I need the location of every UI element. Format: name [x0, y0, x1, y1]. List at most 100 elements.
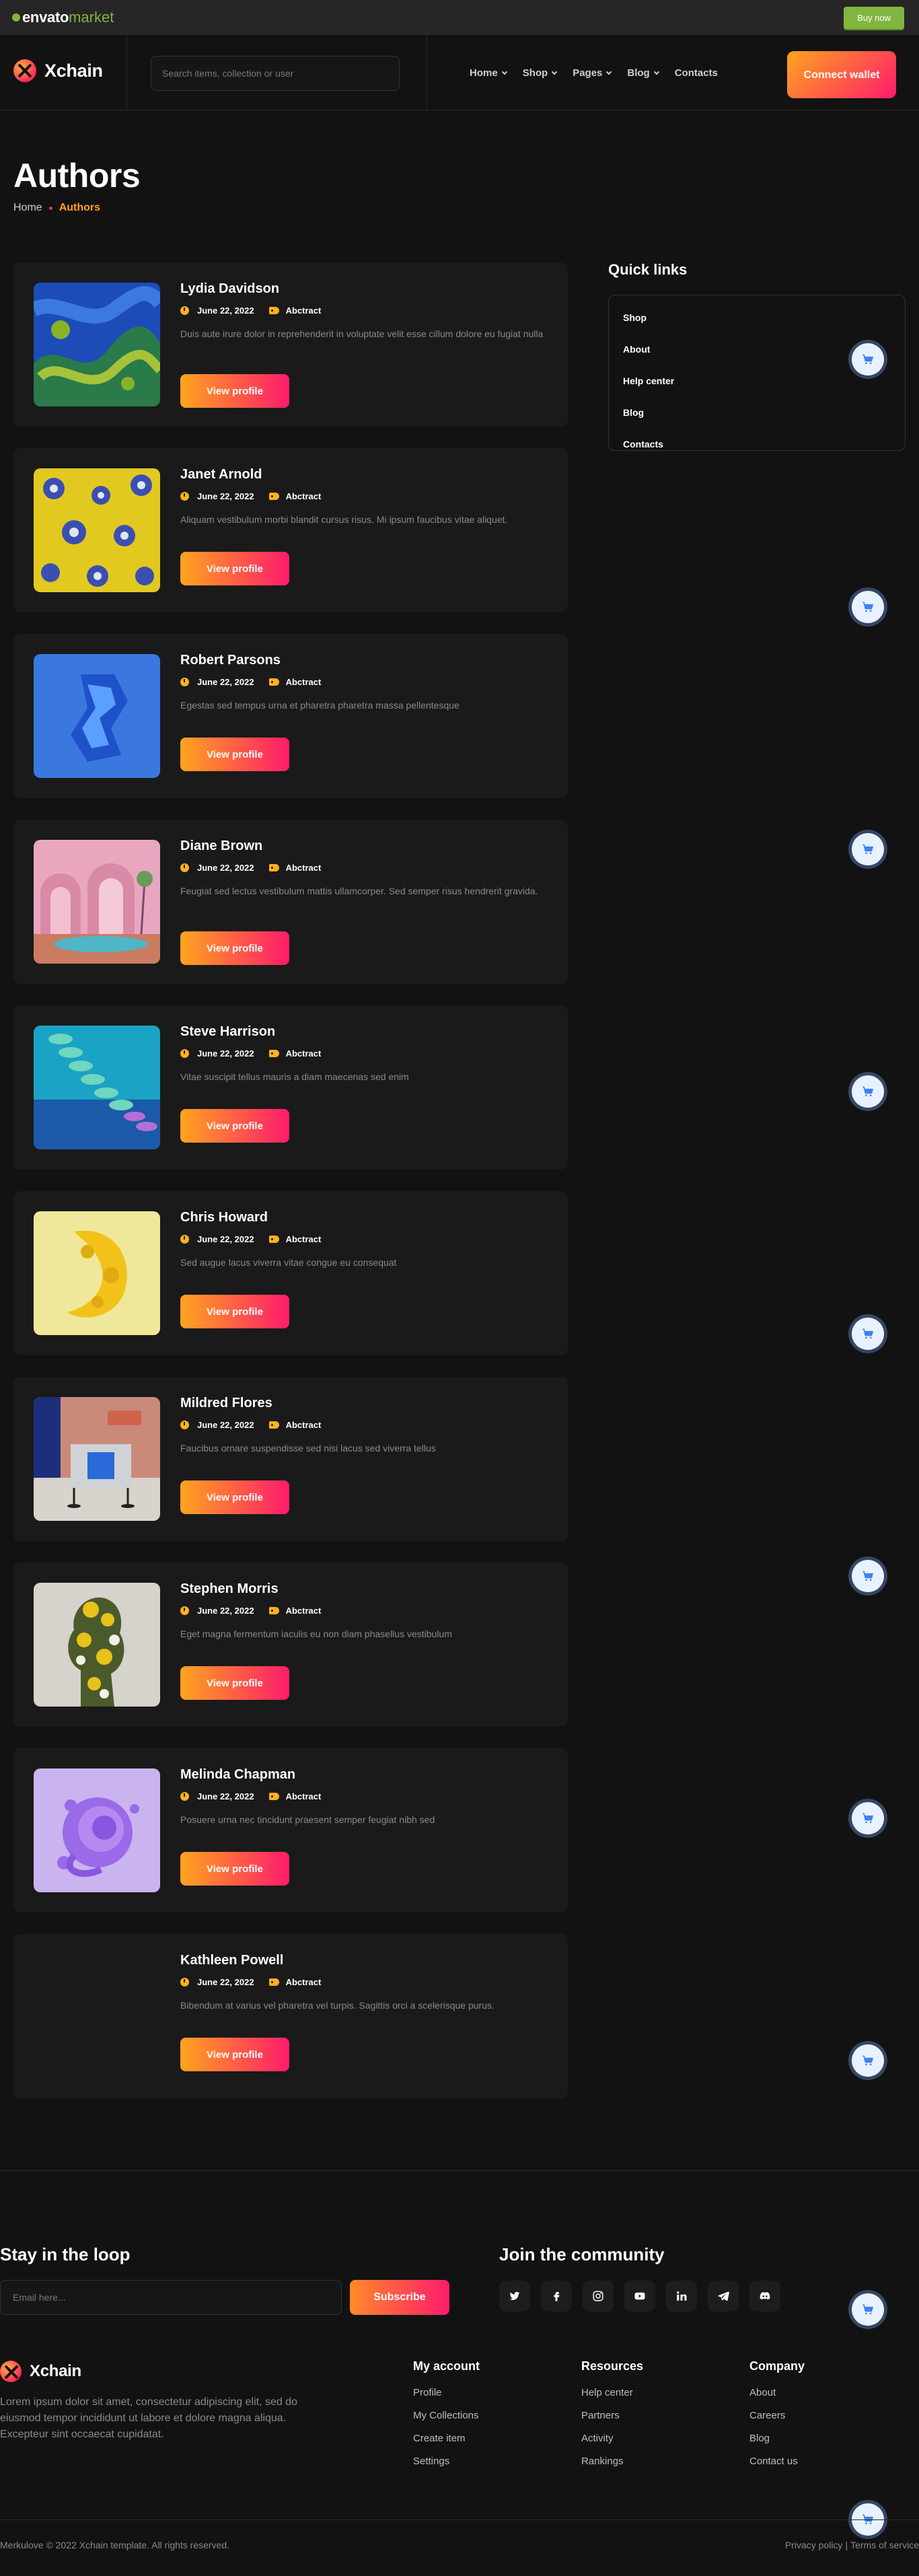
view-profile-button[interactable]: View profile — [180, 1295, 289, 1328]
youtube-icon[interactable] — [624, 2281, 655, 2312]
view-profile-button[interactable]: View profile — [180, 2038, 289, 2071]
author-image[interactable] — [34, 1211, 160, 1335]
discord-icon[interactable] — [749, 2281, 780, 2312]
twitter-icon[interactable] — [499, 2281, 530, 2312]
linkedin-icon[interactable] — [666, 2281, 697, 2312]
footer-link[interactable]: Create item — [413, 2427, 480, 2450]
footer-link[interactable]: Rankings — [581, 2450, 643, 2473]
nav-home[interactable]: Home — [470, 67, 507, 79]
author-image[interactable] — [34, 1954, 160, 2078]
footer-link[interactable]: Activity — [581, 2427, 643, 2450]
footer-link[interactable]: Careers — [749, 2404, 805, 2427]
view-profile-button[interactable]: View profile — [180, 931, 289, 965]
view-profile-button[interactable]: View profile — [180, 1666, 289, 1700]
envato-logo[interactable]: envato market — [12, 9, 114, 26]
author-tag[interactable]: Abctract — [286, 491, 322, 501]
view-profile-button[interactable]: View profile — [180, 552, 289, 585]
author-tag[interactable]: Abctract — [286, 1420, 322, 1430]
footer-link[interactable]: Blog — [749, 2427, 805, 2450]
pink-arches-artwork — [34, 840, 160, 964]
author-name[interactable]: Mildred Flores — [180, 1396, 272, 1411]
footer-brand[interactable]: Xchain — [0, 2361, 81, 2382]
author-name[interactable]: Diane Brown — [180, 838, 262, 854]
author-image[interactable] — [34, 1583, 160, 1707]
privacy-policy-link[interactable]: Privacy policy — [785, 2540, 843, 2550]
author-name[interactable]: Lydia Davidson — [180, 281, 279, 297]
footer-link[interactable]: Settings — [413, 2450, 480, 2473]
clock-icon — [180, 678, 189, 686]
quick-link-blog[interactable]: Blog — [623, 397, 891, 429]
facebook-icon[interactable] — [541, 2281, 572, 2312]
quick-link-contacts[interactable]: Contacts — [623, 429, 891, 460]
purple-swirl-artwork — [34, 1768, 160, 1892]
cart-icon[interactable] — [852, 2044, 884, 2077]
quick-link-help-center[interactable]: Help center — [623, 365, 891, 397]
author-tag[interactable]: Abctract — [286, 306, 322, 316]
cart-icon[interactable] — [852, 1075, 884, 1108]
author-name[interactable]: Robert Parsons — [180, 653, 281, 668]
author-meta: June 22, 2022 Abctract — [180, 1606, 321, 1616]
footer-link[interactable]: Help center — [581, 2382, 643, 2404]
author-name[interactable]: Janet Arnold — [180, 467, 262, 482]
quick-link-shop[interactable]: Shop — [623, 302, 891, 334]
author-meta: June 22, 2022 Abctract — [180, 863, 321, 873]
search-input[interactable] — [151, 56, 400, 91]
footer-link[interactable]: About — [749, 2382, 805, 2404]
brand-logo[interactable]: Xchain — [13, 59, 103, 82]
author-name[interactable]: Chris Howard — [180, 1210, 268, 1225]
quick-link-about[interactable]: About — [623, 334, 891, 365]
terms-of-service-link[interactable]: Terms of service — [850, 2540, 919, 2550]
author-tag[interactable]: Abctract — [286, 863, 322, 873]
author-name[interactable]: Kathleen Powell — [180, 1953, 283, 1968]
author-tag[interactable]: Abctract — [286, 1048, 322, 1059]
author-image[interactable] — [34, 840, 160, 964]
author-image[interactable] — [34, 283, 160, 406]
telegram-icon[interactable] — [708, 2281, 739, 2312]
author-name[interactable]: Steve Harrison — [180, 1024, 275, 1040]
footer-link[interactable]: Profile — [413, 2382, 480, 2404]
view-profile-button[interactable]: View profile — [180, 738, 289, 771]
email-input[interactable] — [0, 2280, 342, 2315]
author-tag[interactable]: Abctract — [286, 1234, 322, 1244]
cart-icon[interactable] — [852, 343, 884, 375]
cart-icon[interactable] — [852, 1560, 884, 1592]
author-image[interactable] — [34, 1397, 160, 1521]
author-image[interactable] — [34, 654, 160, 778]
author-date: June 22, 2022 — [197, 1977, 254, 1987]
author-tag[interactable]: Abctract — [286, 1606, 322, 1616]
cart-icon[interactable] — [852, 1802, 884, 1834]
cart-icon[interactable] — [852, 591, 884, 623]
author-image[interactable] — [34, 1026, 160, 1149]
tag-icon — [268, 1793, 279, 1800]
author-tag[interactable]: Abctract — [286, 677, 322, 687]
buy-now-button[interactable]: Buy now — [844, 6, 904, 29]
cart-icon[interactable] — [852, 2293, 884, 2326]
author-description: Sed augue lacus viverra vitae congue eu … — [180, 1257, 397, 1268]
author-name[interactable]: Melinda Chapman — [180, 1767, 295, 1783]
view-profile-button[interactable]: View profile — [180, 1109, 289, 1143]
connect-wallet-button[interactable]: Connect wallet — [787, 51, 896, 98]
author-card: Lydia Davidson June 22, 2022 Abctract Du… — [13, 262, 568, 427]
view-profile-button[interactable]: View profile — [180, 374, 289, 408]
nav-pages[interactable]: Pages — [573, 67, 612, 79]
footer-link[interactable]: Contact us — [749, 2450, 805, 2473]
chevron-down-icon — [606, 69, 612, 75]
view-profile-button[interactable]: View profile — [180, 1852, 289, 1886]
author-tag[interactable]: Abctract — [286, 1977, 322, 1987]
breadcrumb-home[interactable]: Home — [13, 202, 42, 214]
nav-shop[interactable]: Shop — [523, 67, 558, 79]
cart-icon[interactable] — [852, 1318, 884, 1350]
instagram-icon[interactable] — [583, 2281, 614, 2312]
footer-link[interactable]: Partners — [581, 2404, 643, 2427]
nav-blog[interactable]: Blog — [627, 67, 659, 79]
author-image[interactable] — [34, 1768, 160, 1892]
nav-label: Blog — [627, 67, 650, 79]
view-profile-button[interactable]: View profile — [180, 1480, 289, 1514]
footer-link[interactable]: My Collections — [413, 2404, 480, 2427]
cart-icon[interactable] — [852, 833, 884, 865]
author-image[interactable] — [34, 468, 160, 592]
author-name[interactable]: Stephen Morris — [180, 1581, 279, 1597]
nav-contacts[interactable]: Contacts — [675, 67, 718, 79]
author-tag[interactable]: Abctract — [286, 1791, 322, 1801]
subscribe-button[interactable]: Subscribe — [350, 2280, 449, 2315]
